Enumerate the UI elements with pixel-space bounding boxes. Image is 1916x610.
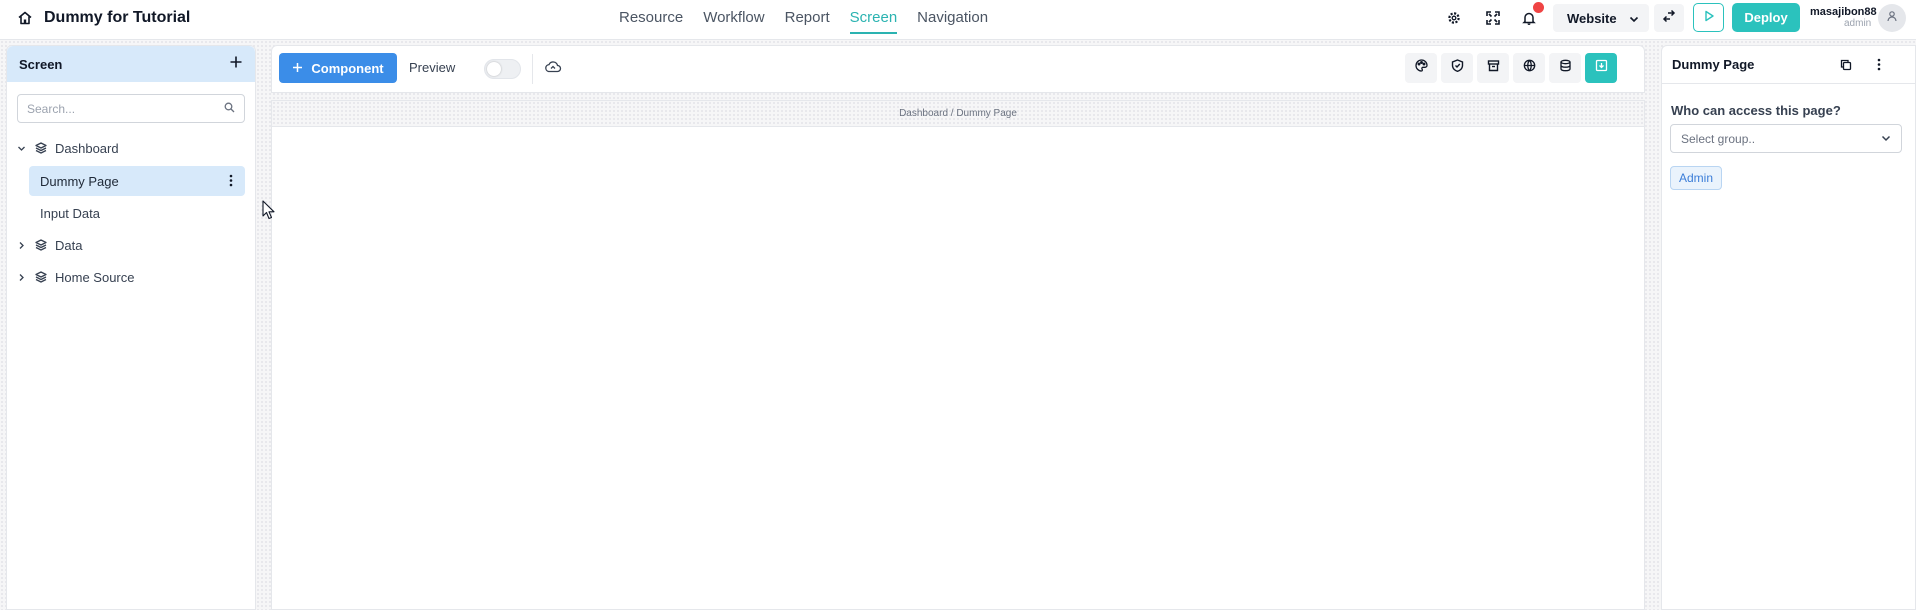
expand-icon[interactable] [1484,9,1502,27]
archive-icon [1487,59,1500,77]
copy-icon[interactable] [1840,58,1852,76]
globe-icon [1523,59,1536,77]
avatar[interactable] [1878,4,1906,32]
layers-icon [35,142,47,154]
mouse-cursor-icon [262,200,276,225]
screen-panel-header: Screen [7,46,255,82]
nav-report[interactable]: Report [785,9,830,34]
save-icon [1595,59,1608,77]
palette-icon [1414,59,1428,77]
tree-item-label: Input Data [40,205,100,221]
toolbar-divider [532,54,533,84]
nav-screen[interactable]: Screen [849,9,898,34]
plus-icon [292,61,303,76]
add-component-button[interactable]: Component [279,53,397,83]
language-button[interactable] [1513,53,1545,83]
tree-item-input-data[interactable]: Input Data [29,198,245,228]
notification-badge [1533,2,1544,13]
tree-item-home-source[interactable]: Home Source [7,262,134,292]
archive-button[interactable] [1477,53,1509,83]
properties-title: Dummy Page [1672,57,1755,72]
chevron-down-icon[interactable] [13,144,29,153]
play-icon [1703,9,1715,27]
shield-icon [1451,59,1464,77]
chevron-down-icon [1881,132,1891,146]
datasource-button[interactable] [1549,53,1581,83]
tree-item-data[interactable]: Data [7,230,82,260]
layers-icon [35,239,47,251]
deploy-button[interactable]: Deploy [1732,3,1800,32]
chevron-right-icon[interactable] [13,241,29,250]
user-icon [1886,9,1898,27]
preview-toggle[interactable] [484,59,521,79]
database-icon [1559,59,1572,77]
home-icon[interactable] [17,10,33,26]
group-select-placeholder: Select group.. [1681,131,1756,146]
canvas-toolbar: Component Preview [271,45,1645,93]
nav-navigation[interactable]: Navigation [917,9,988,34]
properties-panel: Dummy Page Who can access this page? Sel… [1661,45,1916,610]
screen-panel-title: Screen [19,56,63,72]
tree-item-dummy-page[interactable]: Dummy Page [29,166,245,196]
theme-button[interactable] [1405,53,1437,83]
user-name: masajibon88 [1810,6,1877,18]
screen-panel: Screen Dashboard Dummy Page Input Data [6,45,256,610]
tree-item-label: Dashboard [55,140,119,156]
gear-icon[interactable] [1445,9,1463,27]
save-button[interactable] [1585,53,1617,83]
permissions-button[interactable] [1441,53,1473,83]
group-chip-admin[interactable]: Admin [1670,166,1723,190]
swap-button[interactable] [1654,4,1684,32]
environment-dropdown[interactable]: Website [1553,4,1649,32]
tree-item-label: Data [55,237,83,253]
run-button[interactable] [1693,3,1724,32]
user-role: admin [1844,18,1872,29]
environment-label: Website [1567,10,1617,26]
toggle-knob [487,62,501,76]
main-nav: Resource Workflow Report Screen Navigati… [619,9,988,34]
tree-item-label: Dummy Page [40,173,119,189]
tree-item-label: Home Source [55,269,135,285]
swap-arrows-icon [1662,9,1676,28]
layers-icon [35,271,47,283]
search-input[interactable] [27,101,224,116]
chevron-down-icon [1629,12,1639,27]
chevron-right-icon[interactable] [13,273,29,282]
breadcrumb: Dashboard / Dummy Page [272,101,1644,127]
nav-workflow[interactable]: Workflow [703,9,764,34]
tree-item-dashboard[interactable]: Dashboard [7,133,119,163]
app-title: Dummy for Tutorial [44,9,191,26]
top-bar: Dummy for Tutorial Resource Workflow Rep… [0,0,1916,40]
nav-resource[interactable]: Resource [619,9,683,34]
plus-icon[interactable] [229,55,243,74]
group-select[interactable]: Select group.. [1670,124,1902,153]
more-vertical-icon[interactable] [1877,58,1881,76]
access-label: Who can access this page? [1671,103,1841,118]
search-field [17,94,245,123]
page-canvas[interactable]: Dashboard / Dummy Page [271,100,1645,610]
preview-label: Preview [409,60,456,75]
search-icon[interactable] [224,100,235,118]
cloud-sync-icon[interactable] [544,59,562,80]
more-vertical-icon[interactable] [229,174,233,190]
component-button-label: Component [311,60,384,76]
